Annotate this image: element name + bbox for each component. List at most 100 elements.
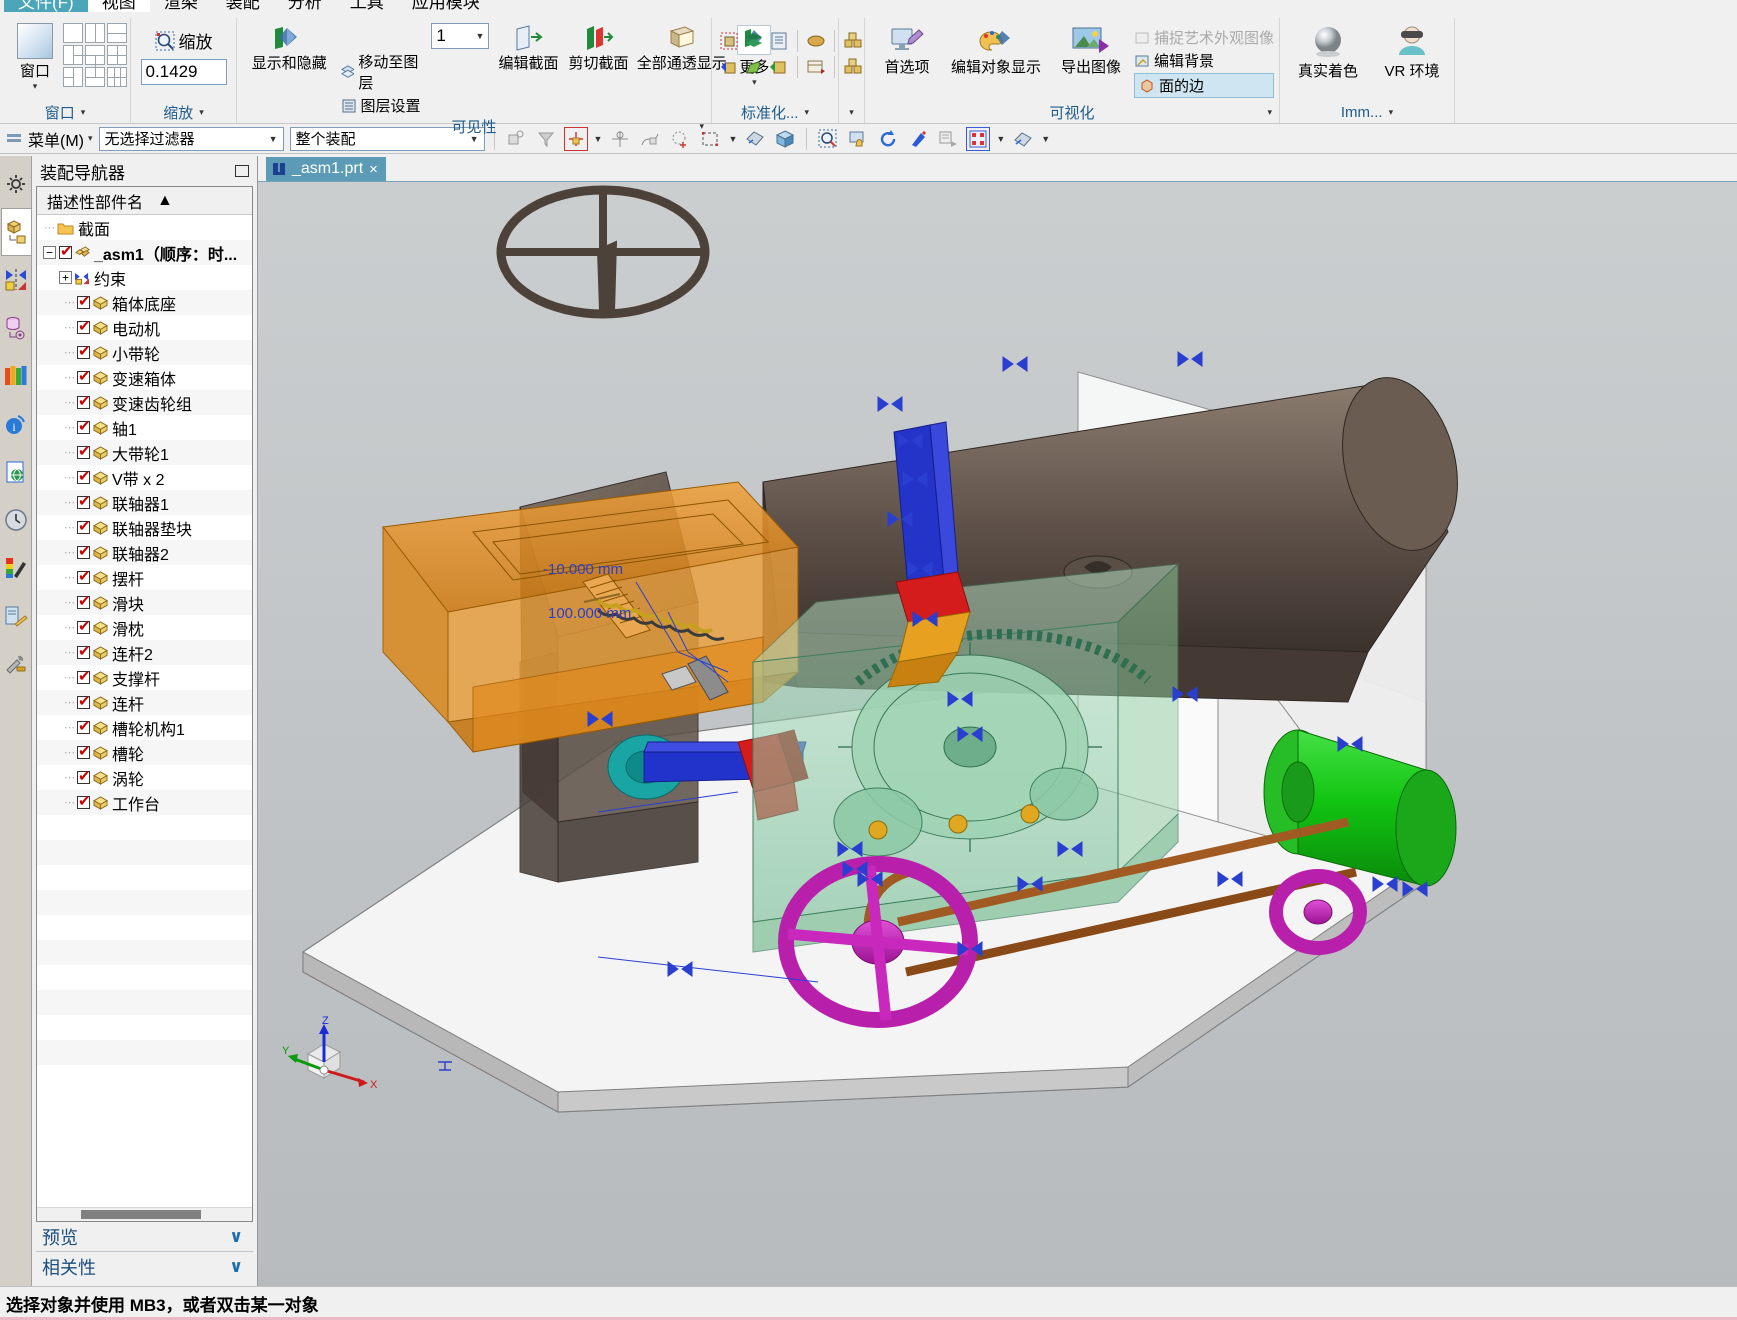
tree-checkbox[interactable] — [77, 342, 91, 360]
tree-row-part[interactable]: ⋯ V带 x 2 — [37, 465, 252, 490]
visibility-group-expand-caret[interactable]: ▾ — [699, 121, 704, 132]
tree-horizontal-scrollbar[interactable] — [37, 1207, 252, 1221]
std-edit-icon[interactable] — [744, 57, 764, 77]
preview-chevron-icon[interactable]: ∨ — [229, 1227, 243, 1247]
dependencies-chevron-icon[interactable]: ∨ — [229, 1257, 243, 1277]
face-edges-button[interactable]: 面的边 — [1134, 73, 1275, 98]
rectangle-select-caret[interactable]: ▼ — [728, 134, 737, 144]
rail-item-web-browser[interactable] — [1, 448, 31, 496]
menu-item-file[interactable]: 文件(F) — [4, 0, 88, 12]
tree-row-part[interactable]: ⋯ 摆杆 — [37, 565, 252, 590]
navigator-dock-icon[interactable] — [235, 165, 249, 177]
document-tab-close-icon[interactable]: × — [369, 161, 378, 178]
visualize-expand-caret[interactable]: ▾ — [1267, 107, 1272, 118]
tree-row-part[interactable]: ⋯ 大带轮1 — [37, 440, 252, 465]
tree-row-part[interactable]: ⋯ 变速箱体 — [37, 365, 252, 390]
document-tab-asm1[interactable]: _asm1.prt × — [266, 157, 386, 181]
layout-three-bottom-icon[interactable] — [85, 67, 105, 87]
tree-row-part[interactable]: ⋯ 连杆 — [37, 690, 252, 715]
zoom-window-button[interactable] — [816, 127, 840, 151]
tree-checkbox[interactable] — [77, 467, 91, 485]
tree-checkbox[interactable] — [77, 667, 91, 685]
rail-item-settings[interactable] — [1, 160, 31, 208]
layer-number-caret[interactable]: ▼ — [475, 31, 484, 41]
tree-checkbox[interactable] — [77, 492, 91, 510]
edit-object-display-button[interactable]: 编辑对象显示 — [944, 23, 1048, 79]
tree-row-part[interactable]: ⋯ 电动机 — [37, 315, 252, 340]
tree-checkbox[interactable] — [77, 367, 91, 385]
tree-row-part[interactable]: ⋯ 连杆2 — [37, 640, 252, 665]
std-list-icon[interactable] — [769, 31, 789, 51]
layout-button[interactable] — [936, 127, 960, 151]
tree-column-header[interactable]: 描述性部件名 ▲ — [37, 187, 252, 215]
menu-item-analysis[interactable]: 分析 — [274, 0, 336, 12]
tree-row-part[interactable]: ⋯ 涡轮 — [37, 765, 252, 790]
rail-item-constraint-navigator[interactable] — [1, 256, 31, 304]
window-layout-icon[interactable] — [17, 23, 53, 59]
tree-checkbox[interactable] — [77, 642, 91, 660]
tree-row-part[interactable]: ⋯ 联轴器2 — [37, 540, 252, 565]
tree-checkbox[interactable] — [77, 692, 91, 710]
show-hide-button[interactable]: 显示和隐藏 — [246, 23, 333, 75]
tree-checkbox[interactable] — [77, 717, 91, 735]
tree-sort-caret[interactable]: ▲ — [157, 192, 173, 210]
fit-button[interactable] — [906, 127, 930, 151]
pan-button[interactable] — [846, 127, 870, 151]
model-canvas[interactable]: -10.000 mm 100.000 mm Z X Y — [258, 182, 1737, 1286]
std-stack-icon[interactable] — [744, 31, 764, 51]
tree-row-section[interactable]: ⋯ 截面 — [37, 215, 252, 240]
rotate-button[interactable] — [876, 127, 900, 151]
tree-checkbox[interactable] — [77, 592, 91, 610]
tree-row-part[interactable]: ⋯ 联轴器1 — [37, 490, 252, 515]
tree-checkbox[interactable] — [77, 767, 91, 785]
tree-scrollbar-thumb[interactable] — [81, 1210, 201, 1219]
tree-row-part[interactable]: ⋯ 滑块 — [37, 590, 252, 615]
tree-checkbox[interactable] — [77, 792, 91, 810]
shaded-mode-button[interactable] — [743, 127, 767, 151]
tree-checkbox[interactable] — [77, 392, 91, 410]
tree-row-part[interactable]: ⋯ 滑枕 — [37, 615, 252, 640]
menu-item-applications[interactable]: 应用模块 — [398, 0, 494, 12]
tree-checkbox[interactable] — [77, 542, 91, 560]
zoom-value-input[interactable] — [140, 59, 227, 85]
window-dropdown-caret[interactable]: ▾ — [33, 81, 38, 92]
std-assembly-icon[interactable] — [719, 31, 739, 51]
tree-checkbox[interactable] — [77, 567, 91, 585]
layout-grid-icon[interactable] — [107, 67, 127, 87]
preferences-button[interactable]: 首选项 — [876, 23, 938, 79]
tree-expander-collapse[interactable]: − — [43, 246, 56, 259]
view-cube-button[interactable] — [773, 127, 797, 151]
rail-item-sheet-body[interactable] — [1, 592, 31, 640]
rail-item-customize[interactable] — [1, 640, 31, 688]
layout-single-icon[interactable] — [63, 23, 83, 43]
tree-checkbox[interactable] — [77, 617, 91, 635]
edit-section-button[interactable]: 编辑截面 — [497, 23, 559, 75]
tree-checkbox[interactable] — [77, 317, 91, 335]
tree-row-part[interactable]: ⋯ 小带轮 — [37, 340, 252, 365]
menu-item-tools[interactable]: 工具 — [336, 0, 398, 12]
tree-row-part[interactable]: ⋯ 变速齿轮组 — [37, 390, 252, 415]
render-style-button[interactable] — [1011, 127, 1035, 151]
overflow-caret[interactable]: ▾ — [849, 107, 854, 118]
std-sheet-icon[interactable] — [806, 31, 826, 51]
true-shading-button[interactable]: 真实着色 — [1291, 23, 1365, 83]
tree-row-part[interactable]: ⋯ 轴1 — [37, 415, 252, 440]
vr-environment-button[interactable]: VR 环境 — [1375, 23, 1449, 83]
tree-row-part[interactable]: ⋯ 联轴器垫块 — [37, 515, 252, 540]
std-table-icon[interactable] — [806, 57, 826, 77]
preview-section-header[interactable]: 预览 ∨ — [36, 1222, 253, 1252]
graphics-viewport[interactable]: _asm1.prt × -10.000 mm 100.000 mm Z X Y — [258, 156, 1737, 1286]
rail-item-history[interactable] — [1, 496, 31, 544]
tree-checkbox[interactable] — [59, 242, 73, 260]
dependencies-section-header[interactable]: 相关性 ∨ — [36, 1252, 253, 1282]
render-style-caret[interactable]: ▼ — [1041, 134, 1050, 144]
tree-row-part[interactable]: ⋯ 工作台 — [37, 790, 252, 815]
tree-row-part[interactable]: ⋯ 支撑杆 — [37, 665, 252, 690]
tree-expander-expand[interactable]: + — [59, 271, 72, 284]
tree-row-constraints[interactable]: + 约束 — [37, 265, 252, 290]
zoom-command[interactable]: 缩放 — [155, 28, 213, 53]
immersive-expand-caret[interactable]: ▾ — [1389, 107, 1394, 118]
move-to-layer-button[interactable]: 移动至图层 — [340, 51, 424, 93]
zoom-group-expand-caret[interactable]: ▾ — [199, 107, 204, 118]
tree-checkbox[interactable] — [77, 742, 91, 760]
